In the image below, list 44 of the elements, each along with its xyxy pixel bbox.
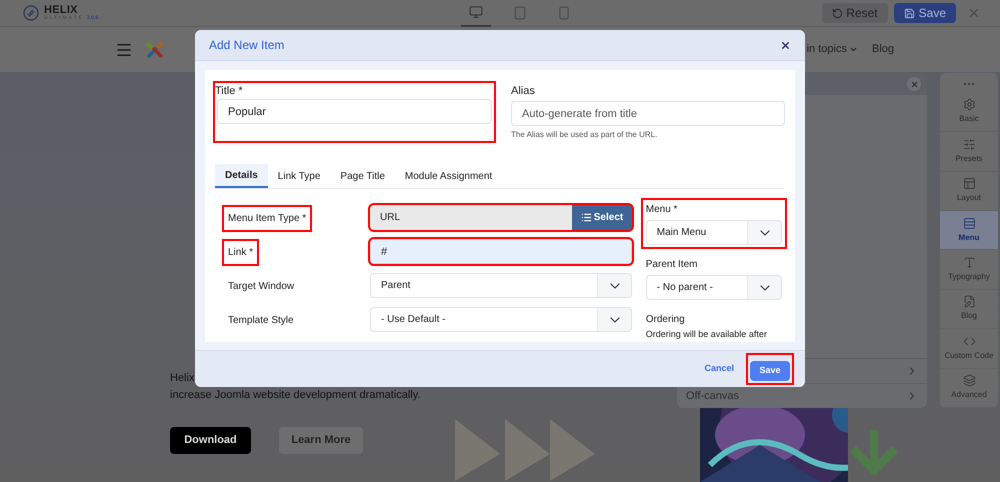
cancel-button[interactable]: Cancel — [704, 362, 734, 376]
field-value: URL — [379, 211, 402, 225]
tab[interactable]: Details — [215, 164, 268, 188]
field-label: Parent Item — [646, 258, 698, 272]
sidebar-item[interactable]: Custom Code — [940, 329, 998, 369]
dialog-title: Add New Item — [209, 37, 284, 54]
sidebar-item[interactable]: Presets — [940, 132, 998, 172]
hero-text: increase Joomla website development dramatically. — [170, 388, 420, 403]
field-label: Alias — [511, 84, 535, 99]
tab[interactable]: Link Type — [268, 164, 330, 188]
sidebar-item[interactable]: Basic — [940, 92, 998, 132]
select-button[interactable]: Select — [572, 205, 632, 230]
field-label: Template Style — [227, 314, 295, 328]
tab[interactable]: Module Assignment — [394, 164, 502, 188]
sidebar-item[interactable]: Blog — [940, 290, 998, 330]
field-label: Target Window — [227, 280, 296, 294]
hero-text: Helix — [170, 371, 194, 386]
alias-field[interactable]: Auto-generate from title — [511, 101, 785, 126]
field-label: Menu Item Type * — [224, 207, 310, 230]
note-text: Ordering will be available after — [646, 328, 767, 341]
sidebar-item[interactable]: Advanced — [940, 368, 998, 408]
hero-button[interactable]: Download — [170, 427, 251, 454]
tab[interactable]: Page Title — [330, 164, 395, 188]
field-label: Title * — [215, 84, 243, 99]
nav-link[interactable]: in topics — [806, 41, 858, 58]
save-button[interactable]: Save — [894, 3, 956, 23]
row-label: Off-canvas — [686, 388, 739, 404]
select-field[interactable]: - Use Default - — [370, 307, 632, 332]
sidebar-item[interactable]: Typography — [940, 250, 998, 290]
select-field[interactable]: Main Menu — [646, 220, 782, 245]
field-label: Link * — [224, 241, 258, 264]
field-label: Menu * — [646, 203, 678, 217]
sidebar-item[interactable]: Menu — [940, 210, 998, 250]
link-field[interactable]: # — [370, 239, 632, 264]
select-field[interactable]: - No parent - — [646, 275, 782, 300]
field-label: Ordering — [646, 313, 685, 327]
reset-button[interactable]: Reset — [822, 3, 888, 23]
help-text: The Alias will be used as part of the URL. — [511, 129, 658, 141]
select-field[interactable]: Parent — [370, 273, 632, 298]
logo-name: HELIX — [44, 5, 78, 16]
nav-link[interactable]: Blog — [872, 41, 894, 58]
title-field[interactable]: Popular — [217, 99, 492, 124]
hero-button[interactable]: Learn More — [279, 427, 363, 454]
save-button[interactable]: Save — [750, 360, 790, 381]
